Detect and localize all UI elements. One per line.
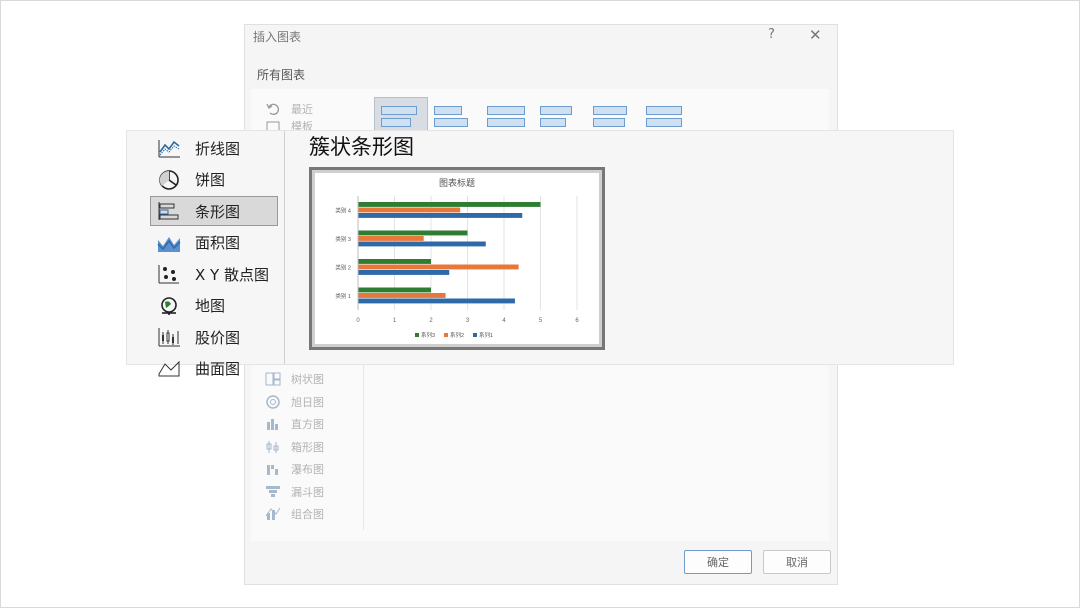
- category-stock-chart[interactable]: 股价图: [151, 323, 277, 351]
- category-pie-chart[interactable]: 饼图: [151, 166, 277, 194]
- map-globe-icon: [161, 296, 177, 315]
- category-label: X Y 散点图: [195, 265, 269, 284]
- bar: [358, 270, 450, 275]
- y-tick-label: 类别 2: [335, 263, 351, 271]
- category-template[interactable]: 模板: [265, 121, 313, 131]
- area-chart-icon: [157, 236, 181, 252]
- legend-label: 系列1: [479, 331, 493, 339]
- y-tick-label: 类别 3: [335, 235, 351, 243]
- dialog-divider: [363, 360, 364, 530]
- x-tick-label: 1: [393, 318, 397, 324]
- zoomed-chart-picker: 折线图饼图条形图面积图 X Y 散点图 地图股价图曲面图 簇状条形图 图表标题 0 1 2…: [127, 131, 953, 378]
- chart-subtype-heading: 簇状条形图: [309, 135, 414, 159]
- category-recent-label: 最近: [291, 103, 313, 116]
- subtype-stacked-bar[interactable]: [428, 98, 480, 134]
- category-divider: [284, 131, 285, 364]
- x-tick-label: 3: [466, 318, 470, 324]
- bar: [358, 202, 541, 207]
- category-label: 曲面图: [195, 360, 241, 378]
- subtype-clustered-bar[interactable]: [374, 97, 428, 135]
- legend-label: 系列3: [421, 331, 435, 339]
- chart-subtype-list: [374, 97, 693, 135]
- boxplot-icon: [266, 440, 279, 453]
- category-label: 直方图: [291, 418, 324, 431]
- cancel-button[interactable]: 取消: [763, 550, 831, 574]
- category-label: 面积图: [195, 234, 241, 252]
- bar: [358, 259, 431, 264]
- bar: [358, 298, 515, 304]
- funnel-icon: [266, 485, 280, 497]
- category-label: 旭日图: [291, 395, 324, 409]
- category-label: 漏斗图: [291, 485, 324, 499]
- category-label: 地图: [195, 297, 226, 315]
- waterfall-icon: [267, 465, 278, 475]
- scatter-chart-icon: [158, 265, 179, 284]
- category-map-globe[interactable]: 地图: [151, 292, 277, 320]
- close-button[interactable]: ✕: [809, 26, 822, 44]
- category-combo[interactable]: 组合图: [265, 504, 324, 524]
- category-label: 箱形图: [291, 440, 324, 454]
- subtype-3d-stacked-bar[interactable]: [587, 98, 639, 134]
- category-waterfall[interactable]: 瀑布图: [265, 459, 324, 479]
- category-label: 股价图: [195, 328, 241, 347]
- combo-icon: [265, 507, 281, 520]
- x-tick-label: 4: [502, 318, 506, 324]
- bar: [358, 241, 486, 247]
- line-chart-icon: [158, 140, 180, 158]
- category-label: 折线图: [195, 139, 241, 158]
- category-label: 饼图: [195, 171, 226, 189]
- chart-category-list: 折线图饼图条形图面积图 X Y 散点图 地图股价图曲面图: [127, 131, 280, 378]
- y-tick-label: 类别 4: [335, 206, 351, 214]
- template-icon: [266, 121, 280, 131]
- bar: [358, 287, 431, 293]
- histogram-icon: [267, 419, 278, 430]
- category-label: 组合图: [291, 508, 324, 521]
- bar-chart-icon: [158, 202, 179, 220]
- bar: [358, 213, 523, 218]
- category-surface-chart[interactable]: 曲面图: [151, 355, 277, 383]
- stock-chart-icon: [158, 328, 180, 347]
- surface-chart-icon: [158, 360, 180, 376]
- category-label: 瀑布图: [291, 463, 324, 476]
- help-button[interactable]: ?: [768, 27, 775, 42]
- bar: [358, 293, 446, 298]
- category-line-chart[interactable]: 折线图: [151, 134, 277, 162]
- subtype-3d-100-stacked-bar[interactable]: [640, 98, 692, 134]
- sunburst-icon: [266, 394, 280, 409]
- undo-arrow-icon: [266, 103, 279, 115]
- tab-all-charts[interactable]: 所有图表: [257, 66, 305, 83]
- legend-swatch: [444, 333, 448, 337]
- category-bar-chart[interactable]: 条形图: [150, 196, 278, 226]
- bar: [358, 207, 461, 213]
- subtype-3d-clustered-bar[interactable]: [534, 98, 586, 134]
- category-template-label: 模板: [291, 121, 313, 131]
- legend-swatch: [473, 333, 477, 337]
- chart-title: 图表标题: [439, 177, 475, 188]
- chart-preview[interactable]: 图表标题 0 1 2 3 4 5 6 类别 1 类别 2 类别 3 类别 4 系列3 系列2 系列1: [309, 167, 605, 350]
- x-tick-label: 2: [429, 318, 433, 324]
- category-boxplot[interactable]: 箱形图: [265, 437, 324, 457]
- bar: [358, 264, 519, 270]
- category-funnel[interactable]: 漏斗图: [265, 482, 324, 502]
- chart-preview-svg: 图表标题 0 1 2 3 4 5 6 类别 1 类别 2 类别 3 类别 4 系列3 系列2 系列1: [335, 177, 579, 339]
- category-label: 树状图: [291, 373, 324, 386]
- dialog-title: 插入图表: [253, 30, 302, 44]
- category-label: 条形图: [195, 202, 241, 221]
- subtype-100-stacked-bar[interactable]: [481, 98, 533, 134]
- bar: [358, 230, 468, 236]
- category-sunburst[interactable]: 旭日图: [265, 392, 324, 412]
- ok-button[interactable]: 确定: [684, 550, 752, 574]
- pie-chart-icon: [159, 169, 179, 190]
- category-area-chart[interactable]: 面积图: [151, 229, 277, 257]
- x-tick-label: 5: [539, 318, 543, 324]
- category-recent[interactable]: 最近: [265, 99, 313, 119]
- x-tick-label: 0: [356, 318, 360, 324]
- legend-label: 系列2: [450, 331, 464, 339]
- legend-swatch: [415, 333, 419, 337]
- y-tick-label: 类别 1: [335, 292, 351, 300]
- category-scatter-chart[interactable]: X Y 散点图: [151, 260, 277, 288]
- bar: [358, 236, 424, 241]
- x-tick-label: 6: [575, 318, 579, 324]
- category-histogram[interactable]: 直方图: [265, 414, 324, 434]
